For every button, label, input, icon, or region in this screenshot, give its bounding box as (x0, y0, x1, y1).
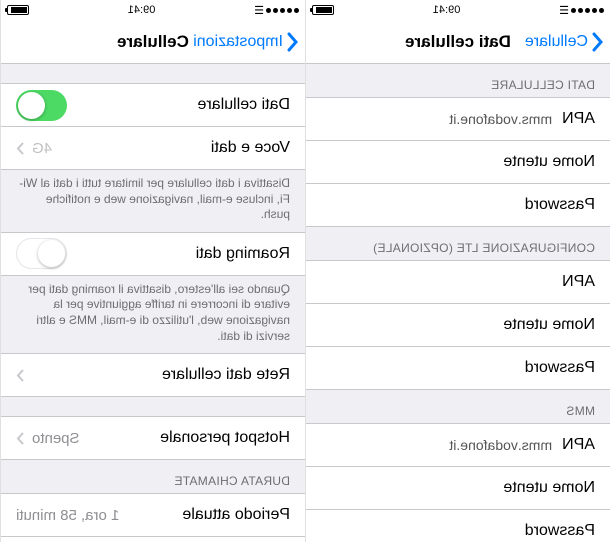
signal-icon (571, 8, 604, 13)
phone-left-cellulare: ☰ 09:41 Impostazioni Cellulare Dati cell… (0, 0, 305, 542)
row-label: Nome utente (503, 479, 595, 497)
chevron-right-icon (16, 142, 24, 155)
battery-icon (312, 5, 334, 15)
chevron-left-icon (287, 32, 299, 52)
wifi-icon: ☰ (559, 4, 569, 17)
back-button[interactable]: Cellulare (525, 32, 604, 52)
row-label: APN (562, 436, 595, 454)
row-lte-nome-utente[interactable]: Nome utente (306, 303, 610, 347)
row-label: Password (525, 359, 595, 377)
row-label: Hotspot personale (80, 429, 290, 447)
footer-dati: Disattiva i dati cellulare per limitare … (1, 170, 305, 233)
toggle-dati-cellulare[interactable] (16, 90, 67, 121)
toggle-roaming[interactable] (16, 238, 67, 269)
row-label: Voce e dati (52, 139, 290, 157)
nav-bar: Cellulare Dati cellulare (306, 20, 610, 64)
row-hotspot[interactable]: Hotspot personale Spento (1, 416, 305, 460)
back-button[interactable]: Impostazioni (193, 32, 299, 52)
group-header-dati-cellulare: DATI CELLULARE (306, 64, 610, 98)
row-label: Nome utente (503, 316, 595, 334)
row-mms-apn[interactable]: APN mms.vodafone.it (306, 423, 610, 467)
row-roaming[interactable]: Roaming dati (1, 232, 305, 276)
battery-icon (7, 5, 29, 15)
row-label: Dati cellulare (67, 96, 290, 114)
row-value: 4G (32, 140, 52, 157)
row-lte-apn[interactable]: APN (306, 260, 610, 304)
row-periodo-attuale: Periodo attuale 1 ora, 58 minuti (1, 493, 305, 537)
status-time: 09:41 (433, 4, 461, 16)
chevron-right-icon (16, 369, 24, 382)
row-dati-cellulare[interactable]: Dati cellulare (1, 83, 305, 127)
status-bar: ☰ 09:41 (1, 0, 305, 20)
row-durata-totale: Durata totale 1 ora, 58 minuti (1, 536, 305, 542)
wifi-icon: ☰ (254, 4, 264, 17)
phone-right-dati-cellulare: ☰ 09:41 Cellulare Dati cellulare DATI CE… (305, 0, 610, 542)
row-mms-nome-utente[interactable]: Nome utente (306, 466, 610, 510)
row-lte-password[interactable]: Password (306, 346, 610, 390)
row-apn[interactable]: APN mms.vodafone.it (306, 97, 610, 141)
row-password[interactable]: Password (306, 183, 610, 227)
apn-input[interactable]: mms.vodafone.it (321, 111, 552, 127)
settings-content: Dati cellulare Voce e dati 4G Disattiva … (1, 64, 305, 542)
row-value: Spento (32, 430, 80, 447)
row-label: Password (525, 196, 595, 214)
row-rete-dati[interactable]: Rete dati cellulare (1, 353, 305, 397)
row-voce-dati[interactable]: Voce e dati 4G (1, 126, 305, 170)
mms-apn-input[interactable]: mms.vodafone.it (321, 437, 552, 453)
row-label: Periodo attuale (119, 506, 290, 524)
footer-roaming: Quando sei all'estero, disattiva il roam… (1, 276, 305, 354)
nav-bar: Impostazioni Cellulare (1, 20, 305, 64)
back-label: Impostazioni (193, 33, 283, 51)
group-header-durata: DURATA CHIAMATE (1, 460, 305, 494)
row-label: Rete dati cellulare (32, 366, 290, 384)
chevron-left-icon (592, 32, 604, 52)
apn-content: DATI CELLULARE APN mms.vodafone.it Nome … (306, 64, 610, 542)
group-header-lte: CONFIGURAZIONE LTE (OPZIONALE) (306, 227, 610, 261)
row-value: 1 ora, 58 minuti (16, 507, 119, 524)
row-mms-password[interactable]: Password (306, 509, 610, 542)
row-nome-utente[interactable]: Nome utente (306, 140, 610, 184)
row-label: Nome utente (503, 153, 595, 171)
group-header-mms: MMS (306, 390, 610, 424)
row-label: APN (562, 273, 595, 291)
status-bar: ☰ 09:41 (306, 0, 610, 20)
back-label: Cellulare (525, 33, 588, 51)
row-label: Roaming dati (67, 245, 290, 263)
status-time: 09:41 (128, 4, 156, 16)
row-label: Password (525, 522, 595, 540)
signal-icon (266, 8, 299, 13)
row-label: APN (562, 110, 595, 128)
chevron-right-icon (16, 432, 24, 445)
